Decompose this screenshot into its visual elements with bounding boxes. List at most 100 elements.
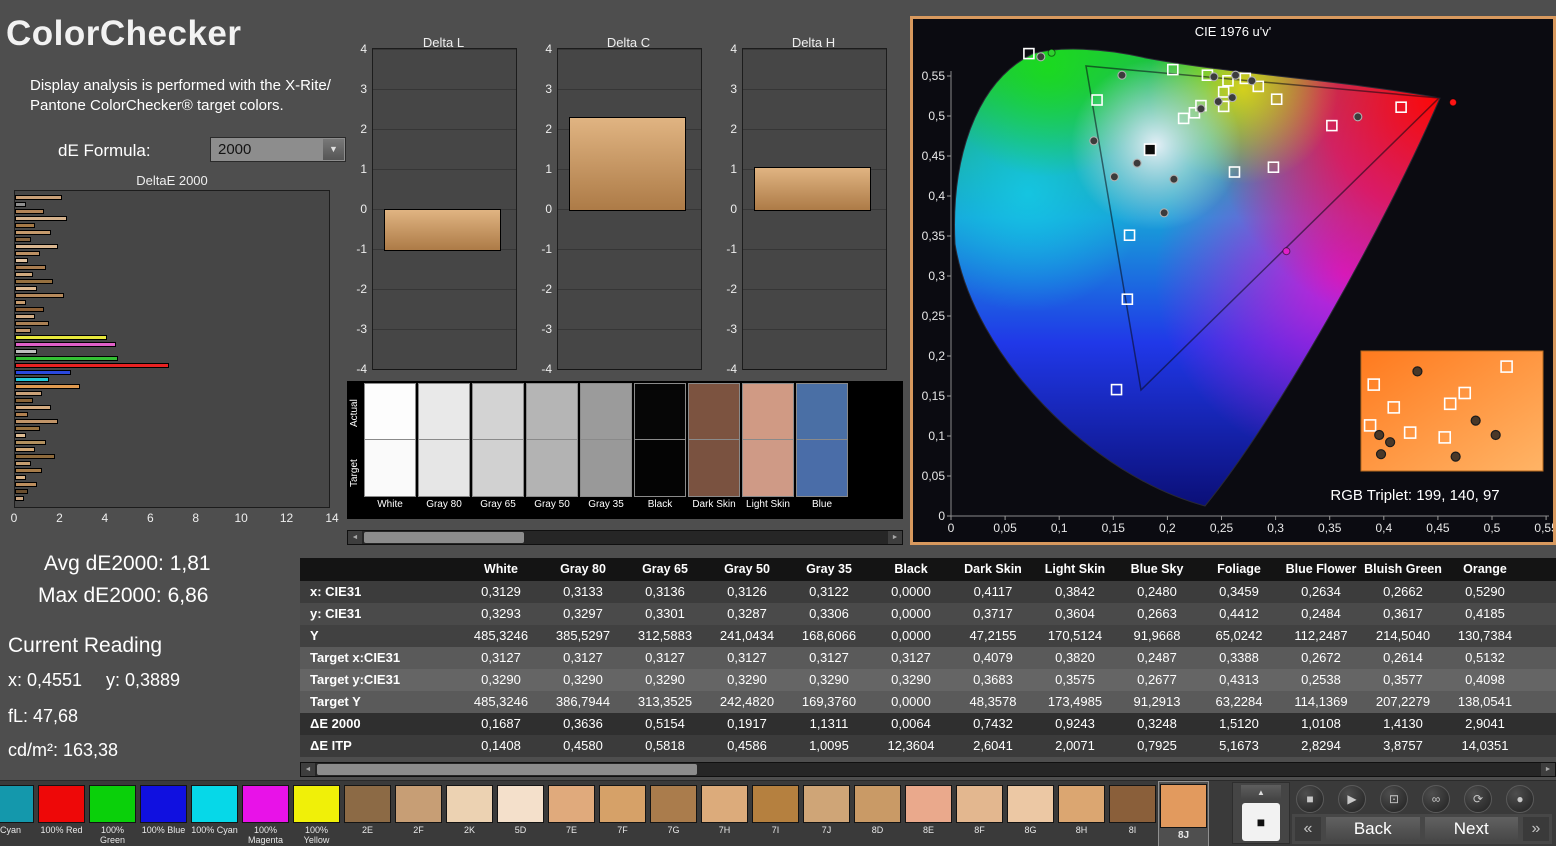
table-cell: 0,3133 xyxy=(563,584,603,599)
patch-100-green[interactable]: 100% Green xyxy=(88,782,137,846)
patch-8h[interactable]: 8H xyxy=(1057,782,1106,846)
patch-100-red[interactable]: 100% Red xyxy=(37,782,86,846)
table-cell: 0,4580 xyxy=(563,738,603,753)
patch-7j[interactable]: 7J xyxy=(802,782,851,846)
patch-label: 2K xyxy=(463,825,475,835)
patch-cyan[interactable]: Cyan xyxy=(0,782,35,846)
table-scroll-track[interactable] xyxy=(315,763,1541,776)
up-arrow-button[interactable]: ▲ xyxy=(1241,785,1281,800)
table-cell: 0,4185 xyxy=(1465,606,1505,621)
window-pattern-button[interactable]: ■ xyxy=(1242,803,1280,841)
patch-label: 8D xyxy=(871,825,884,835)
stop-button[interactable]: ■ xyxy=(1296,785,1324,813)
patch-100-cyan[interactable]: 100% Cyan xyxy=(190,782,239,846)
table-cell: 14,0351 xyxy=(1461,738,1509,753)
scroll-left-icon[interactable]: ◄ xyxy=(301,763,315,776)
table-cell: 0,3122 xyxy=(809,584,849,599)
patch-label: 100% Blue xyxy=(141,825,186,835)
deltae-bar xyxy=(15,356,119,361)
table-cell: 0,2 xyxy=(1526,647,1556,669)
patch-2f[interactable]: 2F xyxy=(394,782,443,846)
patch-100-magenta[interactable]: 100% Magenta xyxy=(241,782,290,846)
table-cell: 0,5290 xyxy=(1465,584,1505,599)
record-button[interactable]: ● xyxy=(1506,785,1534,813)
patch-7g[interactable]: 7G xyxy=(649,782,698,846)
patch-label: 7H xyxy=(718,825,731,835)
table-scroll-thumb[interactable] xyxy=(317,764,697,775)
cie-diagram: 0 0,05 0,1 0,15 0,2 0,25 0,3 0,35 0,4 0,45 0,5 0,55… xyxy=(922,47,1556,535)
table-cell: 0,2480 xyxy=(1137,584,1177,599)
swatch-scroll-thumb[interactable] xyxy=(364,532,524,543)
deltae-bars xyxy=(15,195,329,501)
patch-7i[interactable]: 7I xyxy=(751,782,800,846)
patch-7h[interactable]: 7H xyxy=(700,782,749,846)
deltae-bar xyxy=(15,405,51,410)
swatch-blue: Blue xyxy=(796,383,848,515)
table-cell: 0,3287 xyxy=(727,606,767,621)
scroll-right-icon[interactable]: ► xyxy=(1541,763,1555,776)
patch-2e[interactable]: 2E xyxy=(343,782,392,846)
swatch-actual-color xyxy=(742,383,794,440)
next-button[interactable]: Next xyxy=(1424,817,1518,841)
reading-fl: fL: 47,68 xyxy=(8,706,79,726)
table-header-cell: Gray 80 xyxy=(560,562,606,576)
table-cell: 0,3127 xyxy=(727,650,767,665)
axis-tick-label: -3 xyxy=(726,322,737,336)
table-cell: 1,5120 xyxy=(1219,716,1259,731)
patch-100-yellow[interactable]: 100% Yellow xyxy=(292,782,341,846)
colorchecker-app: ColorChecker Display analysis is perform… xyxy=(0,0,1556,846)
cie-measured-point xyxy=(1353,112,1363,122)
deltae-bar xyxy=(15,496,24,501)
deltae-chart-plot xyxy=(14,190,330,508)
axis-tick-label: 0,35 xyxy=(1318,521,1342,535)
patch-5d[interactable]: 5D xyxy=(496,782,545,846)
table-scrollbar[interactable]: ◄ ► xyxy=(300,762,1556,777)
table-cell: 91,2913 xyxy=(1133,694,1181,709)
table-cell: 0,3290 xyxy=(891,672,931,687)
table-cell: 0,3459 xyxy=(1219,584,1259,599)
table-row-label: y: CIE31 xyxy=(310,606,362,621)
de-formula-dropdown[interactable]: 2000 ▼ xyxy=(210,137,346,162)
axis-tick-label: 3 xyxy=(360,82,367,96)
patch-8g[interactable]: 8G xyxy=(1006,782,1055,846)
table-header-cell: Foliage xyxy=(1217,562,1261,576)
patch-100-blue[interactable]: 100% Blue xyxy=(139,782,188,846)
patch-2k[interactable]: 2K xyxy=(445,782,494,846)
table-cell: 0,3290 xyxy=(727,672,767,687)
loop-button[interactable]: ∞ xyxy=(1422,785,1450,813)
scroll-left-icon[interactable]: ◄ xyxy=(348,531,362,544)
axis-tick-label: 0,1 xyxy=(1051,521,1068,535)
chevron-down-icon[interactable]: ▼ xyxy=(323,139,344,160)
patch-7e[interactable]: 7E xyxy=(547,782,596,846)
patch-8d[interactable]: 8D xyxy=(853,782,902,846)
table-cell: 2,9041 xyxy=(1465,716,1505,731)
refresh-button[interactable]: ⟳ xyxy=(1464,785,1492,813)
patch-8f[interactable]: 8F xyxy=(955,782,1004,846)
swatch-scroll-track[interactable] xyxy=(362,531,888,544)
cie-current-point xyxy=(1143,143,1157,156)
table-cell: 0,5818 xyxy=(645,738,685,753)
patch-8i[interactable]: 8I xyxy=(1108,782,1157,846)
axis-tick-label: 6 xyxy=(146,511,154,525)
pattern-window-button[interactable]: ⊡ xyxy=(1380,785,1408,813)
first-patch-button[interactable]: « xyxy=(1295,817,1321,841)
deltae-bar xyxy=(15,475,27,480)
scroll-right-icon[interactable]: ► xyxy=(888,531,902,544)
transport-controls: ■ ▶ ⊡ ∞ ⟳ ● xyxy=(1296,785,1534,813)
swatch-scrollbar[interactable]: ◄ ► xyxy=(347,530,903,545)
table-cell: 48,3578 xyxy=(969,694,1017,709)
patch-7f[interactable]: 7F xyxy=(598,782,647,846)
patch-label: 2E xyxy=(361,825,373,835)
table-cell: 385,5297 xyxy=(555,628,611,643)
last-patch-button[interactable]: » xyxy=(1523,817,1549,841)
table-cell: 0,3293 xyxy=(481,606,521,621)
play-button[interactable]: ▶ xyxy=(1338,785,1366,813)
back-button[interactable]: Back xyxy=(1326,817,1420,841)
deltae-bar xyxy=(15,342,116,347)
table-header-cell: White xyxy=(483,562,519,576)
table-cell: 485,3246 xyxy=(473,694,529,709)
patch-color xyxy=(854,785,901,823)
patch-8j[interactable]: 8J xyxy=(1158,781,1209,846)
table-cell: 0,3129 xyxy=(481,584,521,599)
patch-8e[interactable]: 8E xyxy=(904,782,953,846)
